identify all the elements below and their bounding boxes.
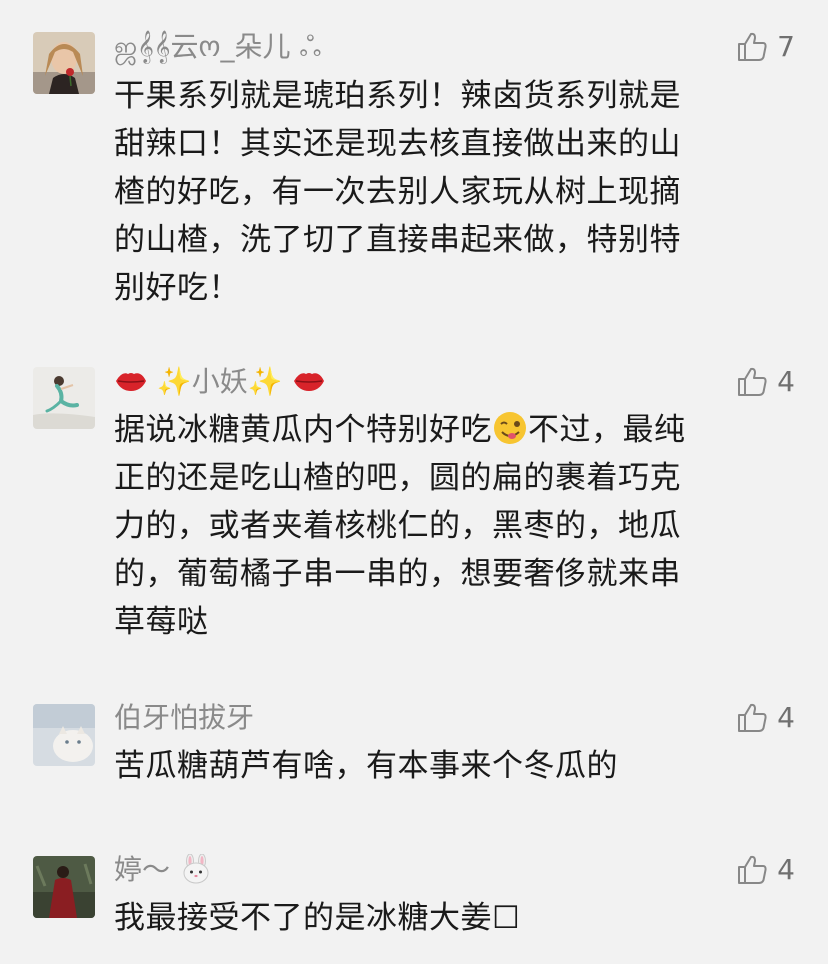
like-count: 4: [777, 853, 795, 886]
like-button[interactable]: 4: [735, 853, 795, 887]
like-count: 7: [777, 30, 795, 63]
nickname-text: 婷～: [114, 853, 171, 886]
avatar[interactable]: [33, 856, 95, 918]
nickname[interactable]: 伯牙怕拔牙: [114, 701, 254, 735]
comment-text: 我最接受不了的是冰糖大姜☐: [114, 900, 521, 936]
lips-emoji-icon: [114, 366, 148, 396]
thumbs-up-icon: [735, 853, 769, 887]
winking-face-emoji-icon: [492, 410, 528, 446]
thumbs-up-icon: [735, 30, 769, 64]
lips-emoji-icon: [292, 366, 326, 396]
avatar[interactable]: [33, 704, 95, 766]
comment-text: 苦瓜糖葫芦有啥，有本事来个冬瓜的: [114, 748, 618, 784]
rabbit-face-emoji-icon: [179, 854, 213, 884]
like-count: 4: [777, 365, 795, 398]
avatar[interactable]: [33, 367, 95, 429]
like-button[interactable]: 4: [735, 365, 795, 399]
comment-text: 干果系列就是琥珀系列！辣卤货系列就是 甜辣口！其实还是现去核直接做出来的山 楂的…: [114, 78, 681, 306]
like-count: 4: [777, 701, 795, 734]
avatar[interactable]: [33, 32, 95, 94]
like-button[interactable]: 4: [735, 701, 795, 735]
nickname-text: ✨小妖✨: [156, 365, 283, 398]
thumbs-up-icon: [735, 701, 769, 735]
thumbs-up-icon: [735, 365, 769, 399]
nickname[interactable]: ✨小妖✨: [114, 365, 326, 399]
nickname[interactable]: 婷～: [114, 853, 213, 887]
nickname[interactable]: ஜ𝄞𝄞云ო_朵儿 ஃ: [114, 30, 321, 64]
like-button[interactable]: 7: [735, 30, 795, 64]
comment-text-part: 据说冰糖黄瓜内个特别好吃: [114, 412, 492, 448]
comment-text: 据说冰糖黄瓜内个特别好吃 不过，最纯 正的还是吃山楂的吧，圆的扁的裹着巧克 力的，…: [114, 406, 790, 646]
